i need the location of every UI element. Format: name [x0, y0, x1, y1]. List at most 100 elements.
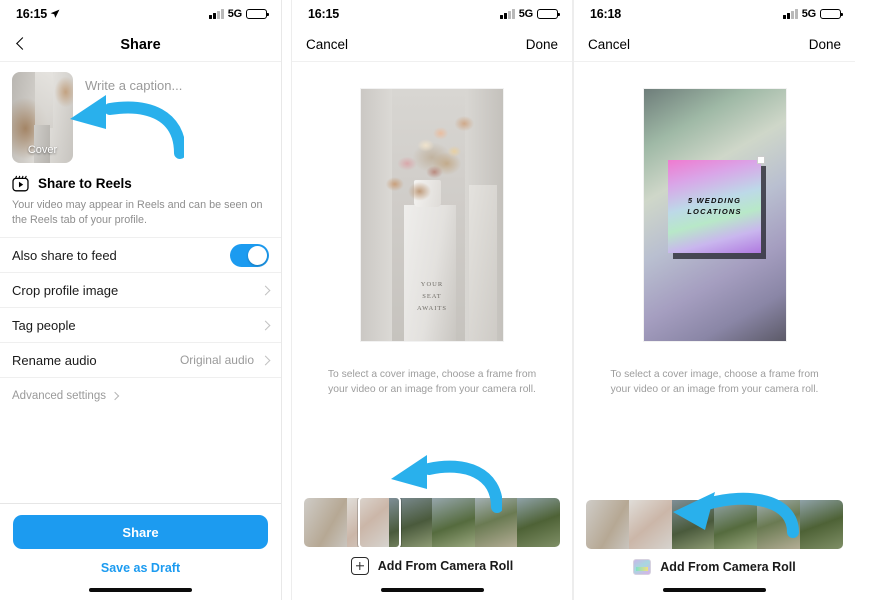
status-indicators: 5G [500, 8, 560, 20]
row-rename-audio[interactable]: Rename audio Original audio [0, 343, 281, 379]
page-title: Share [120, 36, 161, 53]
row-tag-people[interactable]: Tag people [0, 308, 281, 344]
row-also-share-to-feed[interactable]: Also share to feed [0, 238, 281, 274]
crop-handle[interactable] [757, 155, 766, 164]
cover-thumbnail[interactable]: Cover [12, 72, 73, 163]
video-frame-image: YOUR SEAT AWAITS [361, 89, 503, 341]
bottom-section: Add From Camera Roll [574, 500, 855, 600]
done-button[interactable]: Done [526, 37, 558, 52]
cover-preview[interactable]: 5 WEDDING LOCATIONS [643, 89, 786, 341]
navigation-bar: Share [0, 28, 281, 62]
signal-bars-icon [783, 9, 798, 19]
panel-cover-picker-video: 16:15 5G Cancel Done YOUR SEAT AWAITS To… [291, 0, 573, 600]
add-from-camera-roll-label: Add From Camera Roll [660, 560, 796, 574]
row-label: Tag people [12, 317, 76, 333]
filmstrip-frame[interactable] [671, 500, 715, 549]
status-indicators: 5G [209, 8, 269, 20]
share-to-reels-label: Share to Reels [38, 176, 132, 191]
row-accessory [260, 320, 271, 331]
location-arrow-icon [50, 9, 60, 18]
filmstrip-frame[interactable] [586, 500, 629, 549]
add-from-camera-roll-label: Add From Camera Roll [377, 559, 514, 573]
network-label: 5G [227, 8, 242, 20]
settings-list: Also share to feed Crop profile image Ta… [0, 237, 281, 414]
filmstrip-frame[interactable] [432, 498, 475, 547]
caption-row: Cover Write a caption... [0, 62, 281, 171]
video-filmstrip[interactable] [304, 498, 560, 547]
status-time: 16:18 [590, 7, 621, 21]
battery-icon [537, 8, 560, 20]
cancel-button[interactable]: Cancel [306, 37, 348, 52]
cover-overlay-text: 5 WEDDING LOCATIONS [687, 195, 742, 217]
cover-preview-area: 5 WEDDING LOCATIONS [574, 62, 855, 368]
bottom-section: Add From Camera Roll [292, 498, 572, 600]
cover-hint-text: To select a cover image, choose a frame … [327, 369, 537, 395]
signal-bars-icon [209, 9, 224, 19]
row-crop-profile-image[interactable]: Crop profile image [0, 273, 281, 309]
filmstrip-frame[interactable] [346, 498, 390, 547]
gradient-inner-card: 5 WEDDING LOCATIONS [667, 155, 766, 253]
signal-bars-icon [500, 9, 515, 19]
chevron-right-icon [260, 285, 271, 296]
status-indicators: 5G [783, 8, 843, 20]
advanced-settings-label: Advanced settings [12, 390, 106, 403]
filmstrip-frame[interactable] [800, 500, 843, 549]
home-indicator [663, 588, 766, 592]
chevron-right-icon [110, 391, 120, 401]
navigation-bar: Cancel Done [292, 28, 572, 62]
row-label: Rename audio [12, 352, 97, 368]
battery-icon [820, 8, 843, 20]
chevron-right-icon [260, 355, 271, 366]
filmstrip-frame[interactable] [757, 500, 801, 549]
reels-icon [12, 175, 29, 192]
status-time-group: 16:15 [16, 7, 60, 21]
toggle-knob [248, 245, 267, 265]
home-indicator [89, 588, 192, 592]
add-from-camera-roll-button[interactable]: Add From Camera Roll [574, 549, 855, 575]
photo-plinth [403, 204, 457, 341]
status-bar: 16:15 5G [292, 0, 572, 28]
advanced-settings-row[interactable]: Advanced settings [0, 378, 281, 414]
row-label: Also share to feed [12, 247, 117, 263]
rename-audio-value: Original audio [179, 353, 254, 368]
screenshot-stage: 16:15 5G Share Cover Write a caption... [0, 0, 885, 600]
status-bar: 16:15 5G [0, 0, 281, 28]
bottom-action-bar: Share Save as Draft [0, 503, 281, 600]
cancel-button[interactable]: Cancel [588, 37, 630, 52]
status-time-group: 16:18 [590, 7, 621, 21]
network-label: 5G [518, 8, 533, 20]
photo-thumbnail-icon [633, 559, 652, 575]
also-share-to-feed-toggle[interactable] [230, 243, 269, 267]
photo-flower-arrangement [369, 96, 495, 218]
status-time-group: 16:15 [308, 7, 339, 21]
status-bar: 16:18 5G [574, 0, 855, 28]
share-to-reels-row: Share to Reels [0, 171, 281, 192]
cover-label: Cover [27, 144, 58, 156]
row-accessory [260, 285, 271, 296]
panel-share-screen: 16:15 5G Share Cover Write a caption... [0, 0, 282, 600]
panel-gap [282, 0, 291, 600]
cover-thumb-wall [35, 72, 54, 129]
row-accessory: Original audio [179, 353, 271, 368]
done-button[interactable]: Done [809, 37, 841, 52]
plus-box-icon [350, 557, 369, 575]
panel-cover-picker-gradient: 16:18 5G Cancel Done 5 WEDDING LOCATIONS [573, 0, 855, 600]
filmstrip-frame[interactable] [714, 500, 758, 549]
add-from-camera-roll-button[interactable]: Add From Camera Roll [292, 547, 572, 575]
cover-preview[interactable]: YOUR SEAT AWAITS [361, 89, 503, 341]
share-to-reels-description: Your video may appear in Reels and can b… [12, 199, 263, 226]
status-time: 16:15 [308, 7, 339, 21]
caption-input[interactable]: Write a caption... [85, 72, 182, 163]
cover-hint-text: To select a cover image, choose a frame … [610, 369, 819, 395]
video-filmstrip[interactable] [586, 500, 843, 549]
filmstrip-frame[interactable] [474, 498, 518, 547]
status-time: 16:15 [16, 7, 47, 21]
filmstrip-frame[interactable] [389, 498, 433, 547]
navigation-bar: Cancel Done [574, 28, 855, 62]
filmstrip-frame[interactable] [628, 500, 672, 549]
share-button[interactable]: Share [13, 515, 268, 549]
filmstrip-frame[interactable] [304, 498, 347, 547]
save-as-draft-button[interactable]: Save as Draft [13, 549, 268, 575]
filmstrip-frame[interactable] [517, 498, 560, 547]
row-label: Crop profile image [12, 282, 119, 298]
